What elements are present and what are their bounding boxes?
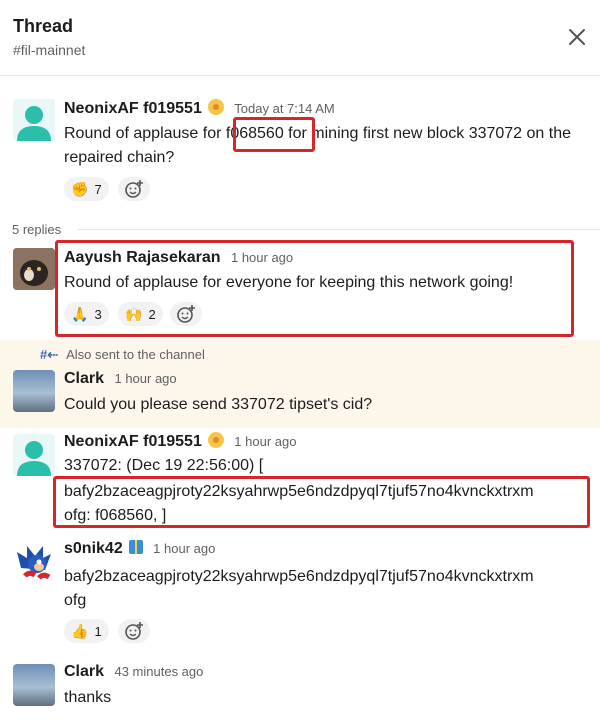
divider <box>78 229 600 230</box>
fist-icon: ✊ <box>71 180 89 197</box>
timestamp[interactable]: 1 hour ago <box>234 434 296 449</box>
avatar[interactable] <box>13 434 55 476</box>
page-title: Thread <box>13 16 74 36</box>
avatar[interactable] <box>13 248 55 290</box>
author-name[interactable]: s0nik42 <box>64 540 123 557</box>
add-emoji-icon <box>125 180 143 198</box>
add-reaction-button[interactable] <box>118 619 150 643</box>
channel-arrow-icon: #⇠ <box>40 347 59 362</box>
highlight-box <box>53 476 590 528</box>
thumbs-up-icon: 👍 <box>71 622 89 639</box>
add-emoji-icon <box>125 622 143 640</box>
message-text: Could you please send 337072 tipset's ci… <box>64 396 373 413</box>
add-reaction-button[interactable] <box>118 177 150 201</box>
avatar[interactable] <box>13 664 55 706</box>
author-name[interactable]: NeonixAF f019551 <box>64 100 202 117</box>
author-name[interactable]: NeonixAF f019551 <box>64 433 202 450</box>
timestamp[interactable]: 43 minutes ago <box>114 664 203 679</box>
reaction-thumbs-up[interactable]: 👍 1 <box>64 619 109 643</box>
avatar[interactable] <box>13 99 55 141</box>
gift-icon <box>128 540 143 554</box>
reaction-fist[interactable]: ✊ 7 <box>64 177 109 201</box>
message-text: Round of applause for f068560 for mining… <box>64 125 572 166</box>
parent-message: NeonixAF f019551 Today at 7:14 AM Round … <box>0 95 600 210</box>
highlight-box <box>55 240 574 337</box>
timestamp[interactable]: 1 hour ago <box>153 541 215 556</box>
timestamp[interactable]: 1 hour ago <box>114 371 176 386</box>
avatar[interactable] <box>13 540 55 582</box>
status-emoji-icon <box>207 432 224 448</box>
reply-message: s0nik42 1 hour ago bafy2bzaceagpjroty22k… <box>0 536 600 651</box>
message-text-line: 337072: (Dec 19 22:56:00) [ <box>64 457 264 474</box>
message-text: thanks <box>64 689 112 706</box>
avatar[interactable] <box>13 370 55 412</box>
also-sent-label: #⇠ Also sent to the channel <box>40 347 205 362</box>
timestamp[interactable]: Today at 7:14 AM <box>234 101 334 116</box>
close-icon[interactable] <box>566 26 588 48</box>
message-text-line: ofg <box>64 592 87 609</box>
message-text-line: bafy2bzaceagpjroty22ksyahrwp5e6ndzdpyql7… <box>64 568 534 585</box>
channel-name[interactable]: #fil-mainnet <box>13 42 85 58</box>
reply-message: Clark 1 hour ago Could you please send 3… <box>0 368 600 428</box>
author-name[interactable]: Clark <box>64 663 104 680</box>
status-emoji-icon <box>207 99 224 115</box>
author-name[interactable]: Clark <box>64 370 104 387</box>
highlight-box <box>233 117 315 152</box>
reply-message: Clark 43 minutes ago thanks <box>0 660 600 720</box>
replies-count: 5 replies <box>12 222 62 237</box>
thread-header: Thread #fil-mainnet <box>0 0 600 76</box>
